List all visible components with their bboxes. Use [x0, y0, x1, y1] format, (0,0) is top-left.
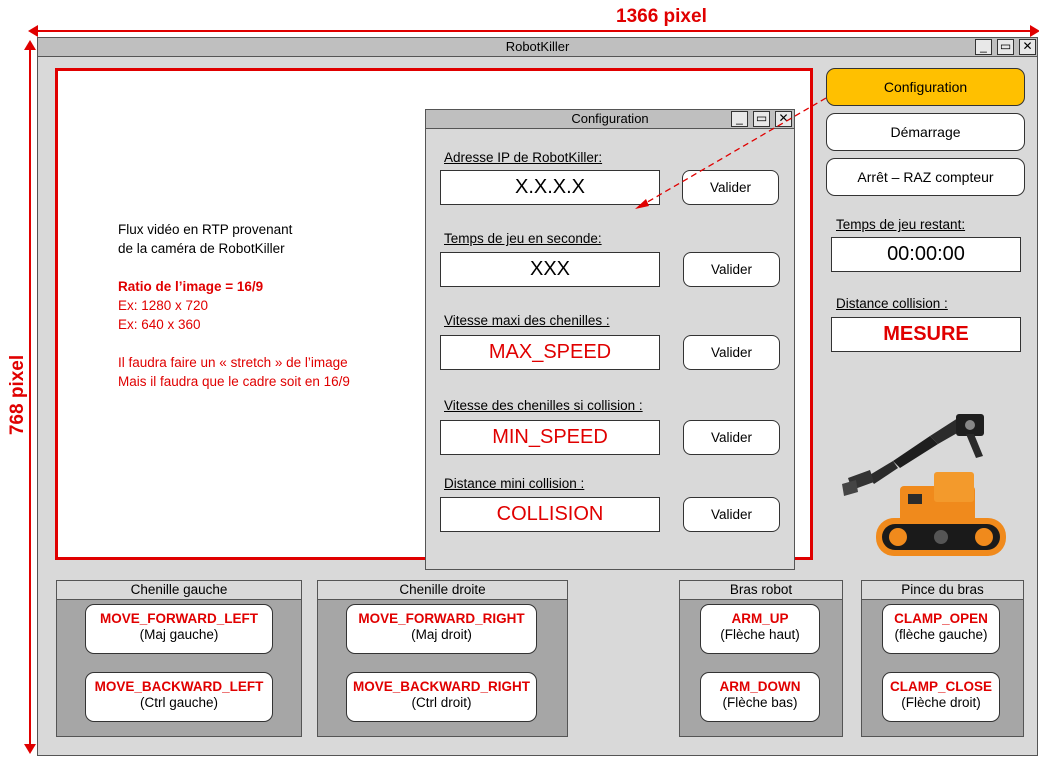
clamp-open-button[interactable]: CLAMP_OPEN (flèche gauche): [882, 604, 1000, 654]
configuration-button[interactable]: Configuration: [826, 68, 1025, 106]
move-forward-right-cmd: MOVE_FORWARD_RIGHT: [358, 611, 525, 626]
move-backward-right-cmd: MOVE_BACKWARD_RIGHT: [352, 679, 530, 694]
panel-robot-arm: Bras robot ARM_UP (Flèche haut) ARM_DOWN…: [679, 580, 843, 737]
move-backward-right-button[interactable]: MOVE_BACKWARD_RIGHT (Ctrl droit): [346, 672, 537, 722]
arm-down-cmd: ARM_DOWN: [719, 679, 801, 694]
arm-up-key: (Flèche haut): [720, 627, 800, 642]
panel-clamp: Pince du bras CLAMP_OPEN (flèche gauche)…: [861, 580, 1024, 737]
time-remaining-label: Temps de jeu restant:: [836, 217, 966, 232]
move-forward-right-key: (Maj droit): [411, 627, 472, 642]
panel-right-track: Chenille droite MOVE_FORWARD_RIGHT (Maj …: [317, 580, 568, 737]
clamp-open-cmd: CLAMP_OPEN: [894, 611, 988, 626]
clamp-open-key: (flèche gauche): [894, 627, 988, 642]
arm-down-button[interactable]: ARM_DOWN (Flèche bas): [700, 672, 820, 722]
move-backward-right-key: (Ctrl droit): [411, 695, 472, 710]
distance-collision-value: MESURE: [831, 317, 1021, 352]
clamp-close-key: (Flèche droit): [901, 695, 981, 710]
panel-robot-arm-title: Bras robot: [680, 581, 842, 600]
height-dimension-arrow: [24, 40, 36, 754]
move-backward-left-cmd: MOVE_BACKWARD_LEFT: [94, 679, 264, 694]
height-dimension-label: 768 pixel: [7, 340, 29, 450]
main-window: RobotKiller _ ▭ ✕ Flux vidéo en RTP prov…: [37, 37, 1038, 756]
move-forward-left-cmd: MOVE_FORWARD_LEFT: [99, 611, 258, 626]
arm-up-button[interactable]: ARM_UP (Flèche haut): [700, 604, 820, 654]
panel-left-track: Chenille gauche MOVE_FORWARD_LEFT (Maj g…: [56, 580, 302, 737]
move-backward-left-button[interactable]: MOVE_BACKWARD_LEFT (Ctrl gauche): [85, 672, 273, 722]
arm-down-key: (Flèche bas): [722, 695, 798, 710]
arm-up-cmd: ARM_UP: [731, 611, 789, 626]
robot-illustration: [842, 414, 1006, 556]
stop-reset-button[interactable]: Arrêt – RAZ compteur: [826, 158, 1025, 196]
time-remaining-value: 00:00:00: [831, 237, 1021, 272]
move-forward-left-button[interactable]: MOVE_FORWARD_LEFT (Maj gauche): [85, 604, 273, 654]
width-dimension-label: 1366 pixel: [610, 6, 713, 28]
width-dimension-arrow: [28, 25, 1039, 37]
move-forward-left-key: (Maj gauche): [139, 627, 219, 642]
panel-left-track-title: Chenille gauche: [57, 581, 301, 600]
panel-clamp-title: Pince du bras: [862, 581, 1023, 600]
move-forward-right-button[interactable]: MOVE_FORWARD_RIGHT (Maj droit): [346, 604, 537, 654]
clamp-close-button[interactable]: CLAMP_CLOSE (Flèche droit): [882, 672, 1000, 722]
start-button[interactable]: Démarrage: [826, 113, 1025, 151]
move-backward-left-key: (Ctrl gauche): [139, 695, 219, 710]
panel-right-track-title: Chenille droite: [318, 581, 567, 600]
distance-collision-label: Distance collision :: [836, 296, 948, 311]
clamp-close-cmd: CLAMP_CLOSE: [889, 679, 992, 694]
